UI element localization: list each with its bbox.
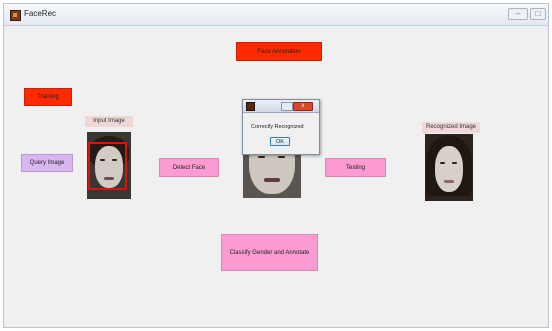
maximize-button[interactable]: □ [530,8,546,20]
minimize-button[interactable]: – [508,8,528,20]
window-title: FaceRec [24,9,57,18]
detect-face-button[interactable]: Detect Face [159,158,219,177]
dialog-title-bar: x [243,100,319,113]
recognized-image-label: Recognized Image [422,122,480,133]
recognized-image [425,134,473,201]
dialog-message: Correctly Recognized [251,124,304,130]
message-dialog: x Correctly Recognized OK [242,99,320,155]
app-icon [10,10,21,21]
app-window: FaceRec – □ Face Annotation Training Que… [3,3,549,328]
classify-gender-annotate-button[interactable]: Classify Gender and Annotate [221,234,318,271]
input-image-label: Input Image [85,116,133,127]
dialog-minimize-button[interactable] [281,102,293,111]
testing-button[interactable]: Testing [325,158,386,177]
training-button[interactable]: Training [24,88,72,106]
face-detection-box [88,142,127,190]
face-annotation-button[interactable]: Face Annotation [236,42,322,61]
dialog-app-icon [246,102,255,111]
dialog-close-button[interactable]: x [293,102,313,111]
dialog-ok-button[interactable]: OK [270,137,290,146]
query-image-button[interactable]: Query Image [21,154,73,172]
title-bar: FaceRec – □ [4,4,548,26]
